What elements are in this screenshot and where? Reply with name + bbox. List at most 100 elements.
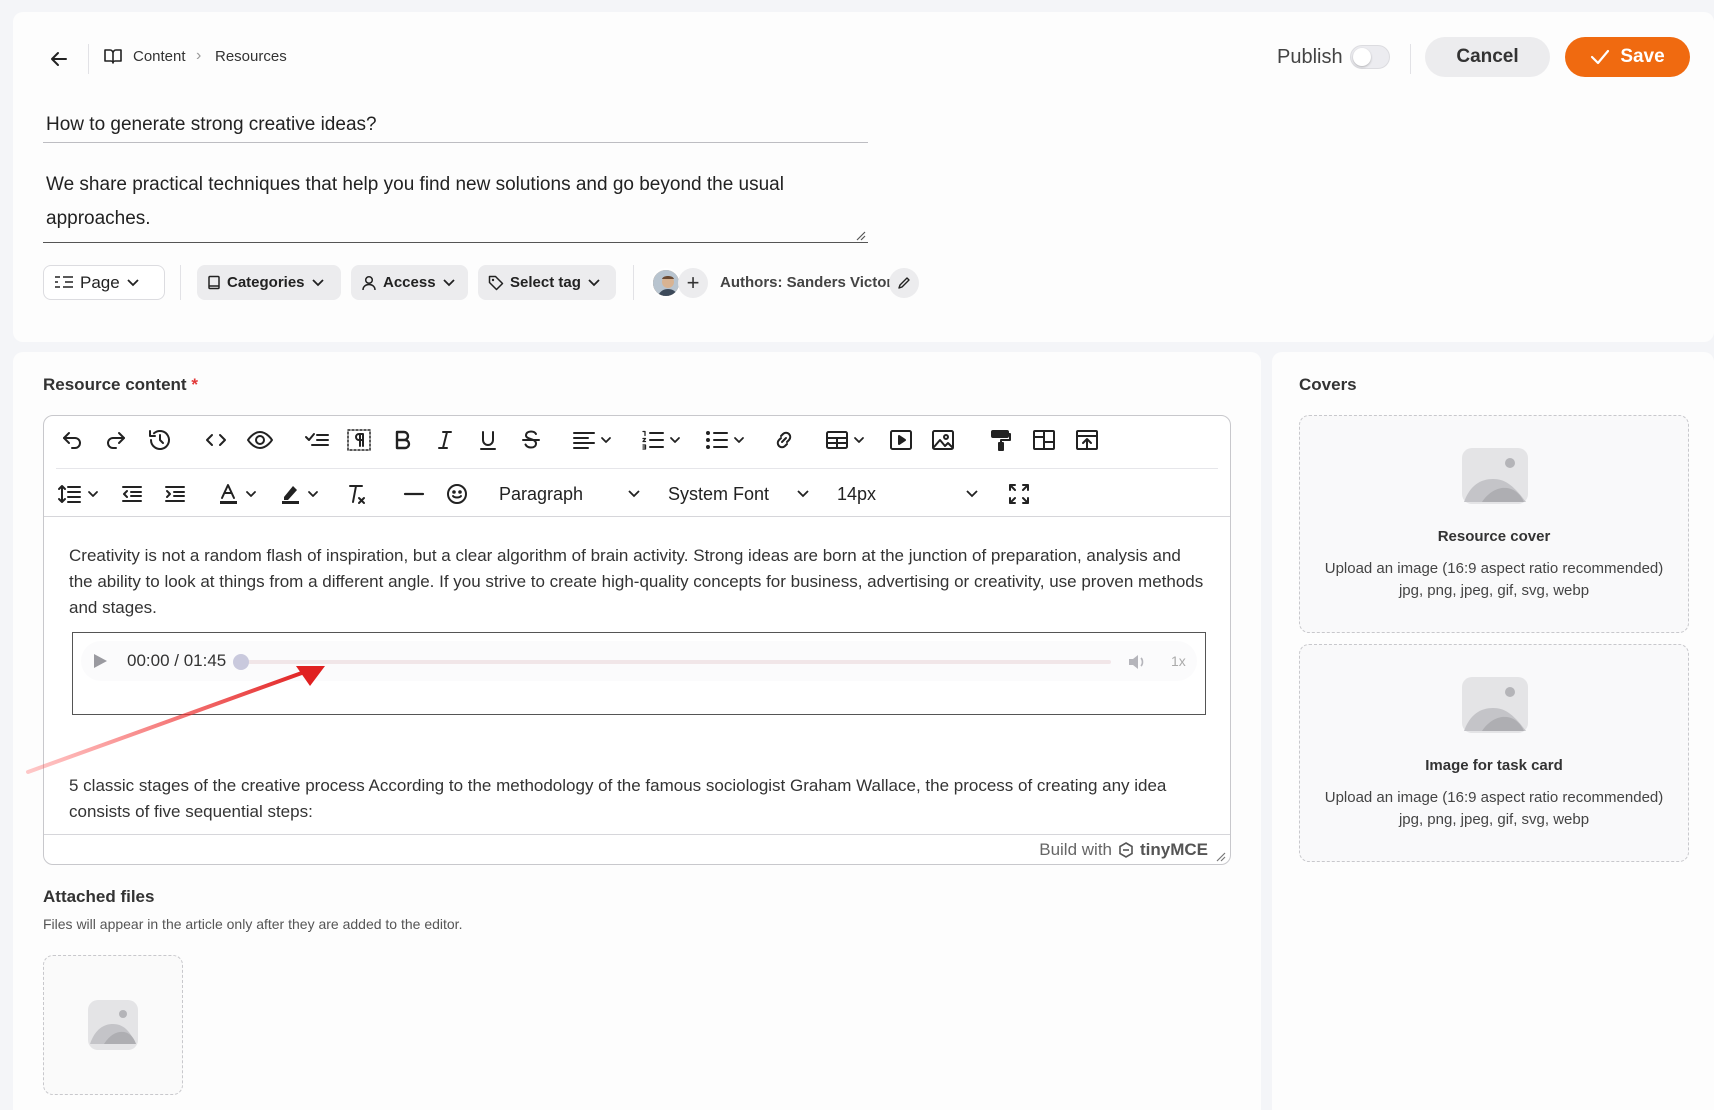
layout-icon xyxy=(1033,430,1055,450)
tag-select[interactable]: Select tag xyxy=(478,265,616,300)
publish-toggle[interactable] xyxy=(1350,45,1390,69)
format-painter-button[interactable] xyxy=(986,424,1016,456)
covers-title: Covers xyxy=(1299,375,1357,394)
tag-label: Select tag xyxy=(510,274,581,291)
table-icon xyxy=(826,431,864,449)
horizontal-line-button[interactable] xyxy=(399,478,429,510)
outdent-button[interactable] xyxy=(117,478,147,510)
chevron-down-icon xyxy=(311,278,324,286)
fullscreen-button[interactable] xyxy=(1004,478,1034,510)
clear-formatting-button[interactable] xyxy=(342,478,372,510)
edit-authors-button[interactable] xyxy=(889,268,919,298)
image-button[interactable] xyxy=(928,424,958,456)
indent-button[interactable] xyxy=(160,478,190,510)
font-size-select[interactable]: 14px xyxy=(837,478,979,510)
save-button[interactable]: Save xyxy=(1565,37,1690,77)
categories-select[interactable]: Categories xyxy=(197,265,341,300)
upload-button[interactable] xyxy=(1072,424,1102,456)
chevron-down-icon xyxy=(588,278,600,286)
tag-icon xyxy=(488,275,504,290)
volume-button[interactable] xyxy=(1126,651,1148,673)
outline-list-icon xyxy=(55,275,73,288)
underline-button[interactable] xyxy=(473,424,503,456)
text-color-dropdown[interactable] xyxy=(217,478,263,510)
check-icon xyxy=(1591,49,1610,65)
chevron-down-icon xyxy=(442,278,455,286)
font-size-value: 14px xyxy=(837,483,877,504)
image-placeholder-icon xyxy=(1462,677,1528,738)
cover-card-formats: jpg, png, jpeg, gif, svg, webp xyxy=(1398,811,1590,828)
cover-card-formats: jpg, png, jpeg, gif, svg, webp xyxy=(1398,582,1590,599)
clear-format-icon xyxy=(349,485,365,504)
eye-icon xyxy=(247,431,273,449)
author-avatar xyxy=(651,268,681,298)
history-button[interactable] xyxy=(145,424,175,456)
link-button[interactable] xyxy=(769,424,799,456)
redo-icon xyxy=(107,432,125,449)
smiley-icon xyxy=(447,484,467,504)
redo-button[interactable] xyxy=(101,424,131,456)
bullet-list-icon xyxy=(706,431,744,449)
book-icon xyxy=(103,47,123,70)
playback-speed[interactable]: 1x xyxy=(1171,653,1186,669)
toolbar-bottom-border xyxy=(44,516,1230,517)
italic-button[interactable] xyxy=(430,424,460,456)
title-input[interactable] xyxy=(43,108,868,143)
cancel-button[interactable]: Cancel xyxy=(1425,37,1550,77)
chips-divider xyxy=(180,265,181,300)
back-button[interactable] xyxy=(44,44,74,74)
resource-cover-upload[interactable]: Resource cover Upload an image (16:9 asp… xyxy=(1299,415,1689,633)
undo-icon xyxy=(63,432,81,449)
video-icon xyxy=(890,430,912,450)
text-color-icon xyxy=(220,484,256,504)
paint-roller-icon xyxy=(991,430,1011,451)
audio-seek-bar[interactable] xyxy=(233,654,1111,670)
breadcrumb-chevron-icon: › xyxy=(196,47,202,64)
access-select[interactable]: Access xyxy=(351,265,468,300)
add-author-button[interactable]: + xyxy=(678,268,708,298)
plus-icon: + xyxy=(686,270,700,295)
show-blocks-button[interactable] xyxy=(344,424,374,456)
toggle-knob xyxy=(1353,48,1371,66)
outdent-icon xyxy=(122,486,142,502)
bullet-list-dropdown[interactable] xyxy=(704,424,750,456)
checklist-icon xyxy=(305,433,329,446)
undo-button[interactable] xyxy=(57,424,87,456)
checklist-button[interactable] xyxy=(302,424,332,456)
history-icon xyxy=(149,430,170,450)
line-height-dropdown[interactable] xyxy=(57,478,103,510)
required-mark: * xyxy=(191,375,198,394)
block-format-select[interactable]: Paragraph xyxy=(499,478,641,510)
editor-paragraph-2[interactable]: 5 classic stages of the creative process… xyxy=(69,773,1209,825)
resize-grip-icon[interactable] xyxy=(854,228,866,241)
numbered-list-dropdown[interactable] xyxy=(640,424,686,456)
editor-resize-handle-icon[interactable] xyxy=(1214,849,1226,864)
tinymce-logo-icon xyxy=(1119,842,1133,858)
breadcrumb-resources[interactable]: Resources xyxy=(215,48,287,65)
add-file-tile[interactable] xyxy=(43,955,183,1095)
align-dropdown[interactable] xyxy=(571,424,617,456)
bold-icon xyxy=(395,430,411,450)
description-input[interactable]: We share practical techniques that help … xyxy=(43,168,868,243)
task-card-image-upload[interactable]: Image for task card Upload an image (16:… xyxy=(1299,644,1689,862)
page-type-select[interactable]: Page xyxy=(43,265,165,300)
access-label: Access xyxy=(383,274,436,291)
upload-icon xyxy=(1076,430,1098,450)
pencil-icon xyxy=(898,277,910,289)
notebook-icon xyxy=(208,275,220,289)
table-dropdown[interactable] xyxy=(824,424,870,456)
media-button[interactable] xyxy=(886,424,916,456)
emoji-button[interactable] xyxy=(442,478,472,510)
source-code-button[interactable] xyxy=(201,424,231,456)
highlight-color-dropdown[interactable] xyxy=(279,478,325,510)
template-button[interactable] xyxy=(1029,424,1059,456)
strikethrough-button[interactable] xyxy=(516,424,546,456)
font-family-select[interactable]: System Font xyxy=(668,478,810,510)
editor-paragraph-1[interactable]: Creativity is not a random flash of insp… xyxy=(69,543,1209,621)
breadcrumb-content[interactable]: Content xyxy=(133,48,186,65)
tinymce-branding[interactable]: Build with tinyMCE xyxy=(1039,840,1208,860)
preview-button[interactable] xyxy=(244,424,276,456)
code-icon xyxy=(206,434,226,446)
line-height-icon xyxy=(58,485,98,503)
bold-button[interactable] xyxy=(387,424,417,456)
